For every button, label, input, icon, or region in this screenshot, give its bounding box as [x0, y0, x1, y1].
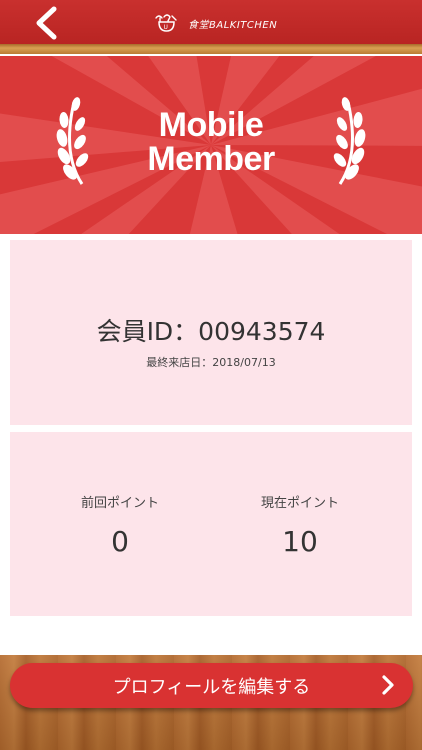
current-points-value: 10 [282, 525, 318, 558]
last-visit-date: 最終来店日：2018/07/13 [146, 356, 276, 369]
current-points-label: 現在ポイント [260, 496, 339, 511]
brand-logo: U 食堂BALKITCHEN [150, 10, 277, 36]
previous-points: 前回ポイント 0 [20, 492, 220, 558]
logo-text: 食堂BALKITCHEN [188, 19, 278, 31]
svg-text:U: U [164, 24, 168, 31]
previous-points-value: 0 [111, 525, 129, 558]
previous-points-label: 前回ポイント [80, 496, 159, 511]
laurel-right-icon [333, 97, 366, 185]
member-banner: Mobile Member [0, 56, 422, 234]
chevron-right-icon [382, 675, 394, 695]
points-card: 前回ポイント 0 現在ポイント 10 [10, 432, 412, 616]
current-points: 現在ポイント 10 [200, 492, 400, 558]
logo-mark-icon: U [155, 14, 177, 32]
chevron-left-icon [36, 6, 57, 40]
edit-profile-label: プロフィールを編集する [112, 676, 311, 698]
back-button[interactable] [26, 4, 66, 42]
member-id-card: 会員ID：00943574 最終来店日：2018/07/13 [10, 240, 412, 425]
app-header: U 食堂BALKITCHEN [0, 0, 422, 54]
member-id: 会員ID：00943574 [96, 317, 326, 346]
edit-profile-button[interactable]: プロフィールを編集する [10, 663, 413, 708]
